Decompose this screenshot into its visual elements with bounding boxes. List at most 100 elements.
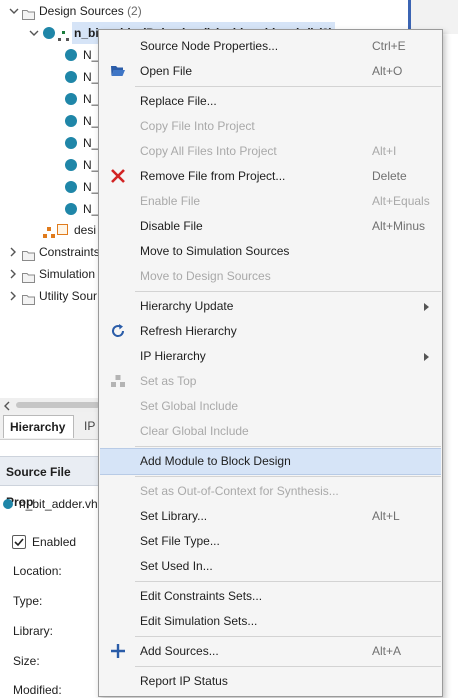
menu-item-label: Edit Simulation Sets... xyxy=(140,614,258,628)
vhdl-entity-icon xyxy=(65,49,77,61)
tree-row-child[interactable]: N_ xyxy=(0,110,100,132)
tab-hierarchy[interactable]: Hierarchy xyxy=(3,415,74,438)
menu-item-label: Set as Top xyxy=(140,374,197,388)
menu-item-hierarchy-update[interactable]: Hierarchy Update xyxy=(100,294,441,319)
tree-row-child[interactable]: N_ xyxy=(0,154,100,176)
menu-item-move-to-simulation-sources[interactable]: Move to Simulation Sources xyxy=(100,239,441,264)
open-folder-icon xyxy=(110,63,126,79)
menu-item-set-as-top: Set as Top xyxy=(100,369,441,394)
child-label: N_ xyxy=(83,48,99,62)
source-file-properties-header: Source File Prop xyxy=(0,456,100,509)
folder-icon xyxy=(22,246,35,261)
menu-item-shortcut: Alt+I xyxy=(372,144,397,158)
enabled-checkbox[interactable] xyxy=(12,535,26,549)
chevron-down-icon[interactable] xyxy=(29,22,39,44)
child-label: N_ xyxy=(83,202,99,216)
tree-row-child[interactable]: N_ xyxy=(0,176,100,198)
menu-item-label: Add Module to Block Design xyxy=(140,454,291,468)
menu-item-label: Disable File xyxy=(140,219,203,233)
design-sources-label: Design Sources (2) xyxy=(39,4,142,18)
menu-separator xyxy=(135,666,441,667)
menu-item-shortcut: Alt+L xyxy=(372,509,400,523)
simulation-label: Simulation xyxy=(39,267,96,281)
tree-row-constraints[interactable]: Constraints xyxy=(0,241,100,263)
menu-item-shortcut: Ctrl+E xyxy=(372,39,406,53)
menu-item-label: Source Node Properties... xyxy=(140,39,279,53)
child-label: N_ xyxy=(83,180,99,194)
tree-row-child[interactable]: N_ xyxy=(0,132,100,154)
menu-item-copy-file-into-project: Copy File Into Project xyxy=(100,114,441,139)
menu-item-shortcut: Delete xyxy=(372,169,407,183)
vhdl-entity-icon xyxy=(65,93,77,105)
vhdl-entity-icon xyxy=(3,499,13,509)
menu-separator xyxy=(135,86,441,87)
menu-item-shortcut: Alt+Minus xyxy=(372,219,426,233)
menu-item-label: Copy File Into Project xyxy=(140,119,255,133)
horizontal-scrollbar[interactable] xyxy=(0,398,100,412)
menu-item-set-global-include: Set Global Include xyxy=(100,394,441,419)
child-label: N_ xyxy=(83,92,99,106)
menu-item-remove-file-from-project[interactable]: Remove File from Project... Delete xyxy=(100,164,441,189)
scrollbar-thumb[interactable] xyxy=(16,402,100,408)
child-label: N_ xyxy=(83,114,99,128)
menu-item-set-out-of-context: Set as Out-of-Context for Synthesis... xyxy=(100,479,441,504)
hierarchy-icon xyxy=(58,27,69,41)
menu-item-report-ip-status[interactable]: Report IP Status xyxy=(100,669,441,694)
vhdl-entity-icon xyxy=(65,181,77,193)
tree-row-design-item[interactable]: desi xyxy=(0,219,100,241)
menu-separator xyxy=(135,636,441,637)
hierarchy-icon xyxy=(110,373,126,389)
vhdl-entity-icon xyxy=(65,71,77,83)
submenu-arrow-icon xyxy=(424,353,429,361)
tree-row-simulation[interactable]: Simulation xyxy=(0,263,100,285)
library-label: Library: xyxy=(13,624,54,638)
menu-item-disable-file[interactable]: Disable File Alt+Minus xyxy=(100,214,441,239)
vhdl-entity-icon xyxy=(65,203,77,215)
chevron-right-icon[interactable] xyxy=(8,241,18,263)
vhdl-entity-icon xyxy=(43,27,55,39)
modified-label: Modified: xyxy=(13,683,62,697)
menu-item-add-module-to-block-design[interactable]: Add Module to Block Design xyxy=(100,448,441,475)
chevron-down-icon[interactable] xyxy=(9,0,19,22)
utility-label: Utility Sour xyxy=(39,289,98,303)
child-label: N_ xyxy=(83,70,99,84)
tree-row-design-sources[interactable]: Design Sources (2) xyxy=(0,0,410,22)
menu-item-shortcut: Alt+Equals xyxy=(372,194,430,208)
menu-item-refresh-hierarchy[interactable]: Refresh Hierarchy xyxy=(100,319,441,344)
menu-item-replace-file[interactable]: Replace File... xyxy=(100,89,441,114)
file-icon xyxy=(57,224,68,235)
block-design-icon xyxy=(43,224,55,238)
chevron-right-icon[interactable] xyxy=(8,285,18,307)
menu-item-label: Replace File... xyxy=(140,94,217,108)
menu-item-label: Set Used In... xyxy=(140,559,213,573)
menu-item-open-file[interactable]: Open File Alt+O xyxy=(100,59,441,84)
tree-row-child[interactable]: N_ xyxy=(0,66,100,88)
menu-item-shortcut: Alt+A xyxy=(372,644,402,658)
menu-item-label: Refresh Hierarchy xyxy=(140,324,237,338)
menu-item-set-used-in[interactable]: Set Used In... xyxy=(100,554,441,579)
tab-ip[interactable]: IP xyxy=(84,415,95,437)
refresh-icon xyxy=(110,323,126,339)
menu-item-source-node-properties[interactable]: Source Node Properties... Ctrl+E xyxy=(100,34,441,59)
menu-item-clear-global-include: Clear Global Include xyxy=(100,419,441,444)
menu-item-edit-constraints-sets[interactable]: Edit Constraints Sets... xyxy=(100,584,441,609)
tree-row-child[interactable]: N_ xyxy=(0,88,100,110)
folder-icon xyxy=(22,5,35,20)
menu-item-set-file-type[interactable]: Set File Type... xyxy=(100,529,441,554)
menu-separator xyxy=(135,291,441,292)
menu-item-add-sources[interactable]: Add Sources... Alt+A xyxy=(100,639,441,664)
menu-item-label: IP Hierarchy xyxy=(140,349,206,363)
tree-row-utility[interactable]: Utility Sour xyxy=(0,285,100,307)
menu-item-set-library[interactable]: Set Library... Alt+L xyxy=(100,504,441,529)
chevron-right-icon[interactable] xyxy=(8,263,18,285)
menu-item-edit-simulation-sets[interactable]: Edit Simulation Sets... xyxy=(100,609,441,634)
menu-item-label: Copy All Files Into Project xyxy=(140,144,277,158)
design-item-label: desi xyxy=(74,223,97,237)
menu-separator xyxy=(135,476,441,477)
menu-item-ip-hierarchy[interactable]: IP Hierarchy xyxy=(100,344,441,369)
tree-row-child[interactable]: N_ xyxy=(0,198,100,220)
menu-item-label: Clear Global Include xyxy=(140,424,249,438)
menu-item-label: Move to Design Sources xyxy=(140,269,271,283)
enabled-label: Enabled xyxy=(32,535,77,549)
tree-row-child[interactable]: N_ xyxy=(0,44,100,66)
